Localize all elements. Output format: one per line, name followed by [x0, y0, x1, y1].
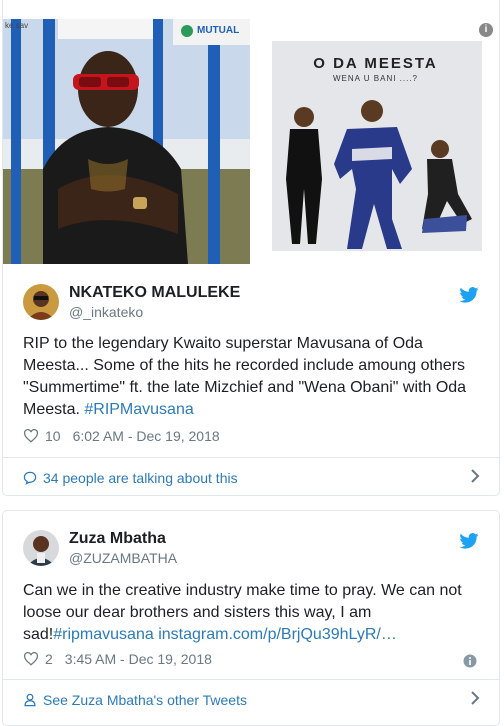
avatar[interactable] [23, 530, 59, 566]
footer-label[interactable]: See Zuza Mbatha's other Tweets [43, 692, 247, 708]
tweet-text: RIP to the legendary Kwaito superstar Ma… [23, 333, 483, 421]
author-handle[interactable]: @ZUZAMBATHA [69, 549, 177, 567]
tweet-footer[interactable]: 34 people are talking about this [3, 457, 499, 495]
info-icon[interactable]: i [479, 23, 493, 37]
tweet-card-1: ke sav MUTUAL O DA MEESTA WENA U BANI ..… [2, 0, 500, 496]
sign-text: MUTUAL [197, 25, 240, 36]
avatar[interactable] [23, 284, 59, 320]
timestamp[interactable]: 6:02 AM - Dec 19, 2018 [73, 428, 220, 444]
tweet-media[interactable]: ke sav MUTUAL O DA MEESTA WENA U BANI ..… [3, 19, 499, 264]
heart-icon[interactable] [23, 429, 39, 443]
chevron-right-icon[interactable] [469, 690, 481, 706]
like-count[interactable]: 10 [45, 428, 61, 444]
instagram-link[interactable]: instagram.com/p/BrjQu39hLyR/… [158, 626, 397, 643]
like-count[interactable]: 2 [45, 651, 53, 667]
timestamp[interactable]: 3:45 AM - Dec 19, 2018 [65, 651, 212, 667]
heart-icon[interactable] [23, 652, 39, 666]
comment-bubble-icon [23, 471, 37, 485]
photo-album-cover[interactable]: O DA MEESTA WENA U BANI ....? i [252, 19, 499, 264]
info-icon[interactable] [463, 654, 477, 668]
tweet-card-2: Zuza Mbatha @ZUZAMBATHA Can we in the cr… [2, 510, 500, 726]
tweet-meta: 2 3:45 AM - Dec 19, 2018 [23, 651, 212, 667]
sign-text-left: ke sav [5, 21, 29, 30]
tweet-header: Zuza Mbatha @ZUZAMBATHA [23, 529, 177, 567]
author-display-name[interactable]: NKATEKO MALULEKE [69, 283, 240, 303]
tweet-meta: 10 6:02 AM - Dec 19, 2018 [23, 428, 220, 444]
chevron-right-icon[interactable] [469, 468, 481, 484]
tweet-text: Can we in the creative industry make tim… [23, 580, 483, 646]
tweet-footer[interactable]: See Zuza Mbatha's other Tweets [3, 679, 499, 719]
twitter-bird-icon[interactable] [459, 533, 479, 549]
author-handle[interactable]: @_inkateko [69, 303, 240, 321]
photo-mavusana[interactable]: ke sav MUTUAL [3, 19, 250, 264]
album-title: O DA MEESTA [313, 55, 438, 72]
album-subtitle: WENA U BANI ....? [332, 74, 418, 83]
author-display-name[interactable]: Zuza Mbatha [69, 529, 177, 549]
hashtag-link[interactable]: #ripmavusana [53, 626, 154, 643]
hashtag-link[interactable]: #RIPMavusana [84, 401, 193, 418]
tweet-header: NKATEKO MALULEKE @_inkateko [23, 283, 240, 321]
person-icon [24, 693, 36, 706]
twitter-bird-icon[interactable] [459, 287, 479, 303]
footer-label[interactable]: 34 people are talking about this [43, 470, 238, 486]
